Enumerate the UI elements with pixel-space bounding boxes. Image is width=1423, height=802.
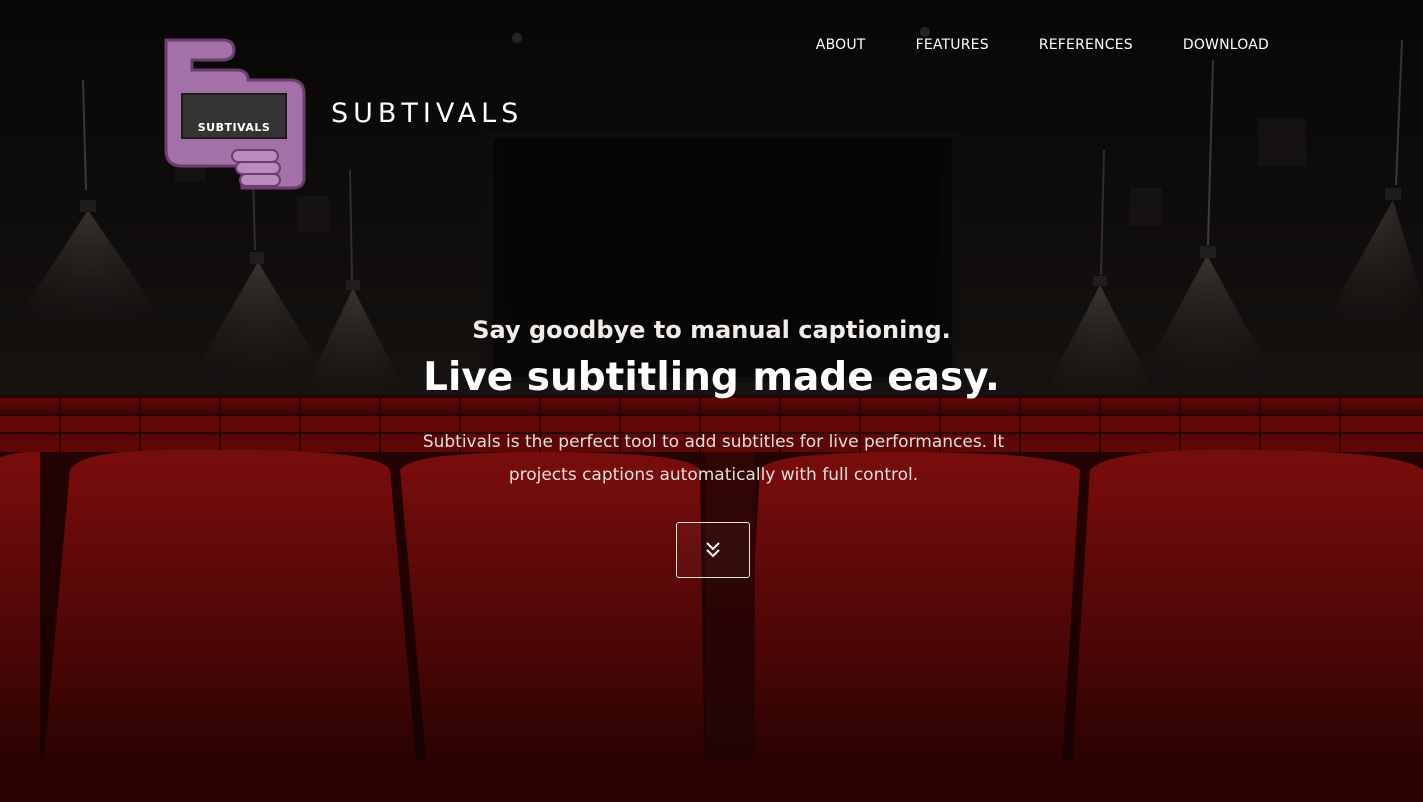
svg-text:SUBTIVALS: SUBTIVALS xyxy=(198,121,271,134)
nav-references-link[interactable]: REFERENCES xyxy=(1039,37,1133,53)
subtivals-logo-icon[interactable]: SUBTIVALS xyxy=(162,38,308,190)
nav-download-link[interactable]: DOWNLOAD xyxy=(1183,37,1269,53)
hero-section: SUBTIVALS SUBTIVALS ABOUT FEATURES REFER… xyxy=(0,0,1423,802)
hero-description: Subtivals is the perfect tool to add sub… xyxy=(422,432,1005,485)
hero-subtitle: Say goodbye to manual captioning. xyxy=(472,316,951,344)
scroll-down-button[interactable] xyxy=(676,522,750,578)
hero-title: Live subtitling made easy. xyxy=(423,355,1000,400)
main-navigation: ABOUT FEATURES REFERENCES DOWNLOAD xyxy=(816,37,1269,53)
nav-about-link[interactable]: ABOUT xyxy=(816,37,866,53)
double-chevron-down-icon xyxy=(706,542,720,558)
site-title[interactable]: SUBTIVALS xyxy=(331,98,523,129)
nav-features-link[interactable]: FEATURES xyxy=(916,37,989,53)
